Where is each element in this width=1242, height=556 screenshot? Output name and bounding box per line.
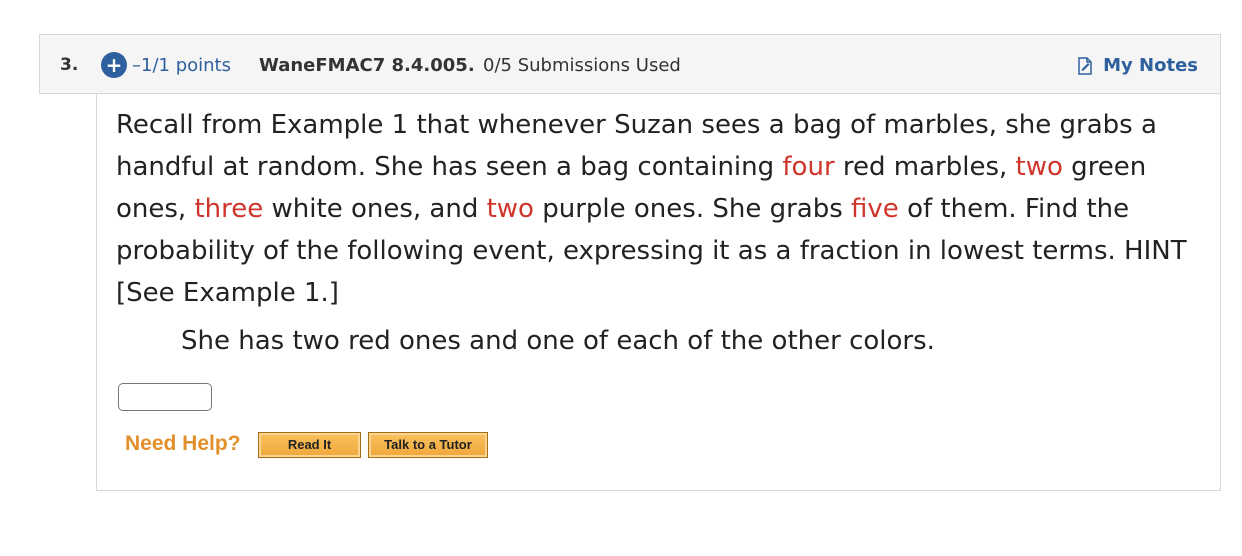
question-text: Recall from Example 1 that whenever Suza… xyxy=(116,104,1206,314)
note-icon xyxy=(1078,56,1092,75)
need-help-label: Need Help? xyxy=(125,432,241,455)
points-label: –1/1 points xyxy=(132,55,231,76)
purple-count: two xyxy=(486,194,534,224)
submissions-count: 0/5 Submissions Used xyxy=(483,55,681,76)
assignment-id: WaneFMAC7 8.4.005. xyxy=(259,55,475,76)
question-text-part: red marbles, xyxy=(834,152,1016,182)
read-it-button[interactable]: Read It xyxy=(258,432,361,458)
green-count: two xyxy=(1015,152,1063,182)
my-notes-link[interactable]: My Notes xyxy=(1077,55,1198,76)
plus-icon[interactable]: + xyxy=(101,52,127,78)
event-text: She has two red ones and one of each of … xyxy=(181,326,935,356)
talk-to-tutor-button[interactable]: Talk to a Tutor xyxy=(368,432,488,458)
white-count: three xyxy=(194,194,264,224)
question-text-part: white ones, and xyxy=(263,194,487,224)
question-header: 3. + –1/1 points WaneFMAC7 8.4.005. 0/5 … xyxy=(39,34,1221,94)
answer-input[interactable] xyxy=(118,383,212,411)
question-text-part: purple ones. She grabs xyxy=(533,194,852,224)
question-number: 3. xyxy=(60,55,79,75)
red-count: four xyxy=(782,152,835,182)
question-body: Recall from Example 1 that whenever Suza… xyxy=(96,94,1221,491)
grab-count: five xyxy=(851,194,899,224)
my-notes-label: My Notes xyxy=(1103,55,1198,76)
